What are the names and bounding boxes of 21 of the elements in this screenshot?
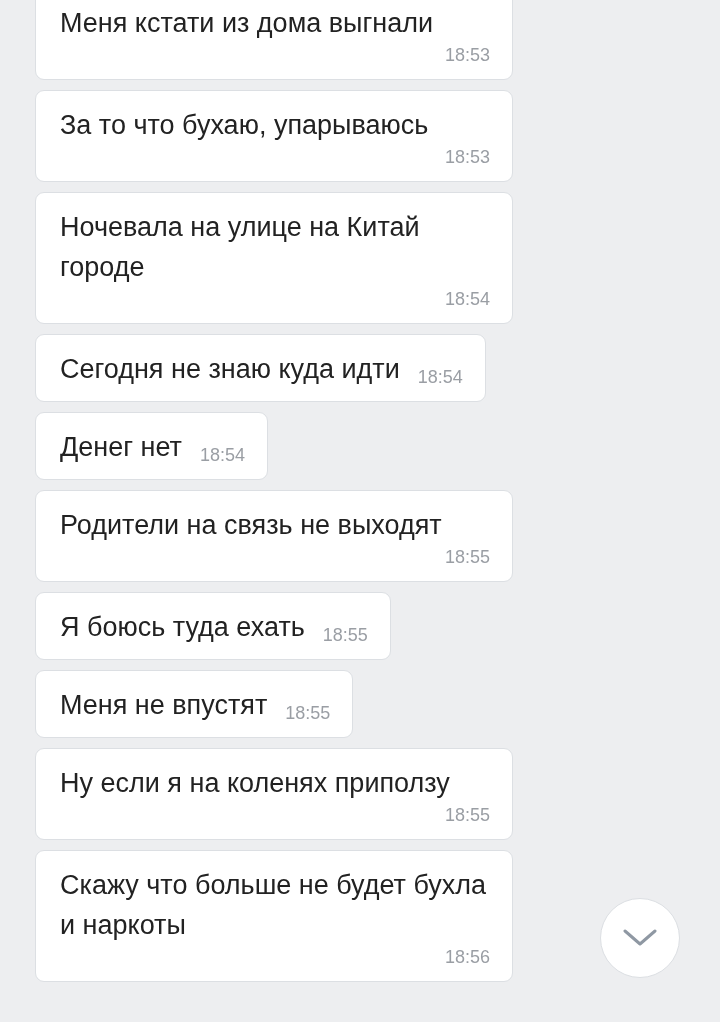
message-text: Сегодня не знаю куда идти [60,353,400,386]
message-text: Ну если я на коленях приползу [60,767,450,800]
chevron-down-icon [623,929,657,947]
message-time: 18:53 [444,44,490,67]
message-text: Меня не впустят [60,689,268,722]
message-time: 18:54 [417,366,463,389]
message-text: Родители на связь не выходят [60,509,442,542]
message-time: 18:53 [444,146,490,169]
message-time: 18:55 [285,702,331,725]
message-time: 18:55 [322,624,368,647]
message-text: Ночевала на улице на Китай городе [60,211,421,284]
message-time: 18:55 [444,546,490,569]
message-text: Скажу что больше не будет бухла и наркоты [60,869,488,942]
message-time: 18:54 [444,288,490,311]
message-text: Денег нет [60,431,182,464]
message-time: 18:56 [444,946,490,969]
message-text: За то что бухаю, упарываюсь [60,109,429,142]
message-time: 18:55 [444,804,490,827]
message-time: 18:54 [200,444,246,467]
message-text: Я боюсь туда ехать [60,611,305,644]
message-text: Меня кстати из дома выгнали [60,7,434,40]
